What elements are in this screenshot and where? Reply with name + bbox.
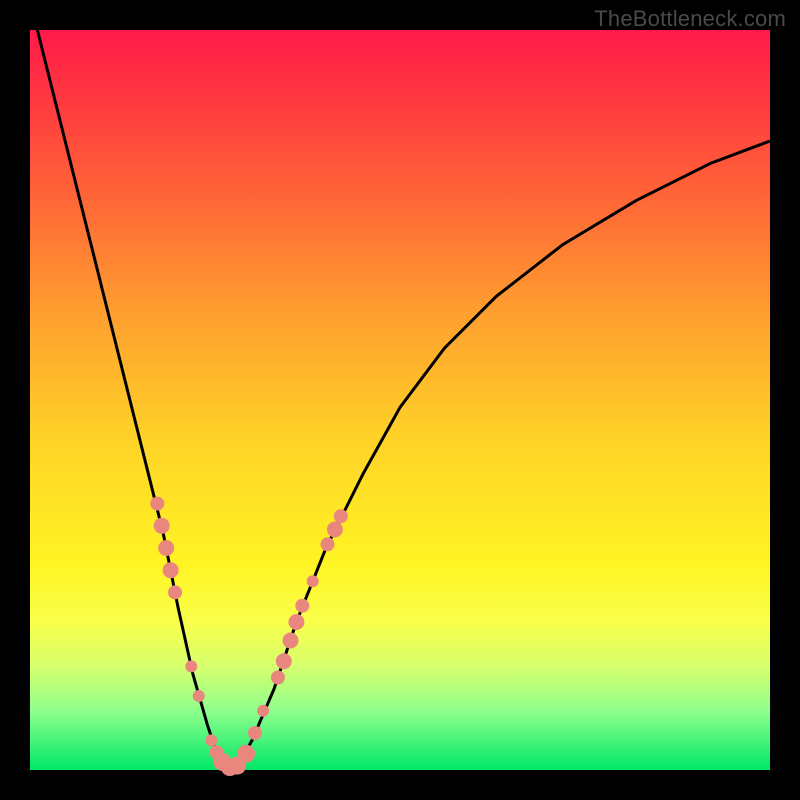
data-markers xyxy=(150,497,347,776)
data-marker xyxy=(295,599,309,613)
chart-frame: TheBottleneck.com xyxy=(0,0,800,800)
data-marker xyxy=(257,705,269,717)
data-marker xyxy=(334,509,348,523)
data-marker xyxy=(271,671,285,685)
data-marker xyxy=(288,614,304,630)
chart-plot-area xyxy=(30,30,770,770)
data-marker xyxy=(205,734,217,746)
data-marker xyxy=(283,633,299,649)
data-marker xyxy=(185,660,197,672)
data-marker xyxy=(150,497,164,511)
data-marker xyxy=(276,653,292,669)
data-marker xyxy=(248,726,262,740)
data-marker xyxy=(154,518,170,534)
data-marker xyxy=(193,690,205,702)
data-marker xyxy=(237,745,255,763)
data-marker xyxy=(321,537,335,551)
data-marker xyxy=(163,562,179,578)
chart-svg xyxy=(30,30,770,770)
data-marker xyxy=(158,540,174,556)
data-marker xyxy=(168,585,182,599)
data-marker xyxy=(327,522,343,538)
data-marker xyxy=(307,575,319,587)
bottleneck-curve xyxy=(30,0,770,770)
watermark-text: TheBottleneck.com xyxy=(594,6,786,32)
